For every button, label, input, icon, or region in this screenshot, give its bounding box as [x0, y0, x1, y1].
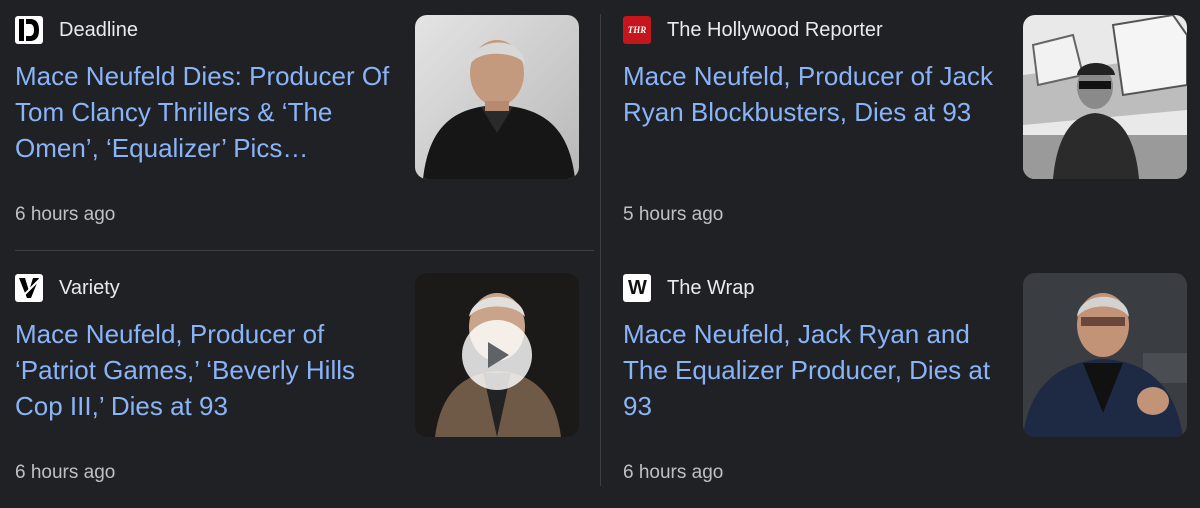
- row-divider: [15, 250, 594, 251]
- column-divider: [600, 14, 601, 486]
- source-row: W The Wrap: [623, 274, 754, 302]
- news-card-deadline[interactable]: Deadline Mace Neufeld Dies: Producer Of …: [15, 14, 579, 250]
- article-thumbnail[interactable]: [415, 15, 579, 179]
- news-card-variety[interactable]: Variety Mace Neufeld, Producer of ‘Patri…: [15, 272, 579, 508]
- source-row: Variety: [15, 274, 120, 302]
- source-name: Variety: [59, 277, 120, 299]
- headline-link[interactable]: Mace Neufeld, Producer of ‘Patriot Games…: [15, 316, 405, 424]
- source-name: The Wrap: [667, 277, 755, 299]
- headline-link[interactable]: Mace Neufeld, Jack Ryan and The Equalize…: [623, 316, 1013, 424]
- timestamp: 6 hours ago: [623, 462, 724, 483]
- source-row: THR The Hollywood Reporter: [623, 16, 883, 44]
- thr-logo-icon: THR: [623, 16, 651, 44]
- source-name: Deadline: [59, 19, 138, 41]
- news-card-the-wrap[interactable]: W The Wrap Mace Neufeld, Jack Ryan and T…: [623, 272, 1187, 508]
- article-thumbnail[interactable]: [415, 273, 579, 437]
- timestamp: 6 hours ago: [15, 462, 116, 483]
- source-name: The Hollywood Reporter: [667, 19, 883, 41]
- play-icon: [488, 342, 509, 368]
- deadline-logo-icon: [15, 16, 43, 44]
- article-thumbnail[interactable]: [1023, 15, 1187, 179]
- thewrap-logo-text: W: [628, 276, 647, 299]
- headline-link[interactable]: Mace Neufeld, Producer of Jack Ryan Bloc…: [623, 58, 1013, 130]
- news-card-hollywood-reporter[interactable]: THR The Hollywood Reporter Mace Neufeld,…: [623, 14, 1187, 250]
- source-row: Deadline: [15, 16, 138, 44]
- headline-link[interactable]: Mace Neufeld Dies: Producer Of Tom Clanc…: [15, 58, 405, 166]
- timestamp: 5 hours ago: [623, 204, 724, 225]
- timestamp: 6 hours ago: [15, 204, 116, 225]
- play-video-button[interactable]: [462, 320, 532, 390]
- thr-logo-text: THR: [627, 25, 647, 35]
- article-thumbnail[interactable]: [1023, 273, 1187, 437]
- variety-logo-icon: [15, 274, 43, 302]
- thewrap-logo-icon: W: [623, 274, 651, 302]
